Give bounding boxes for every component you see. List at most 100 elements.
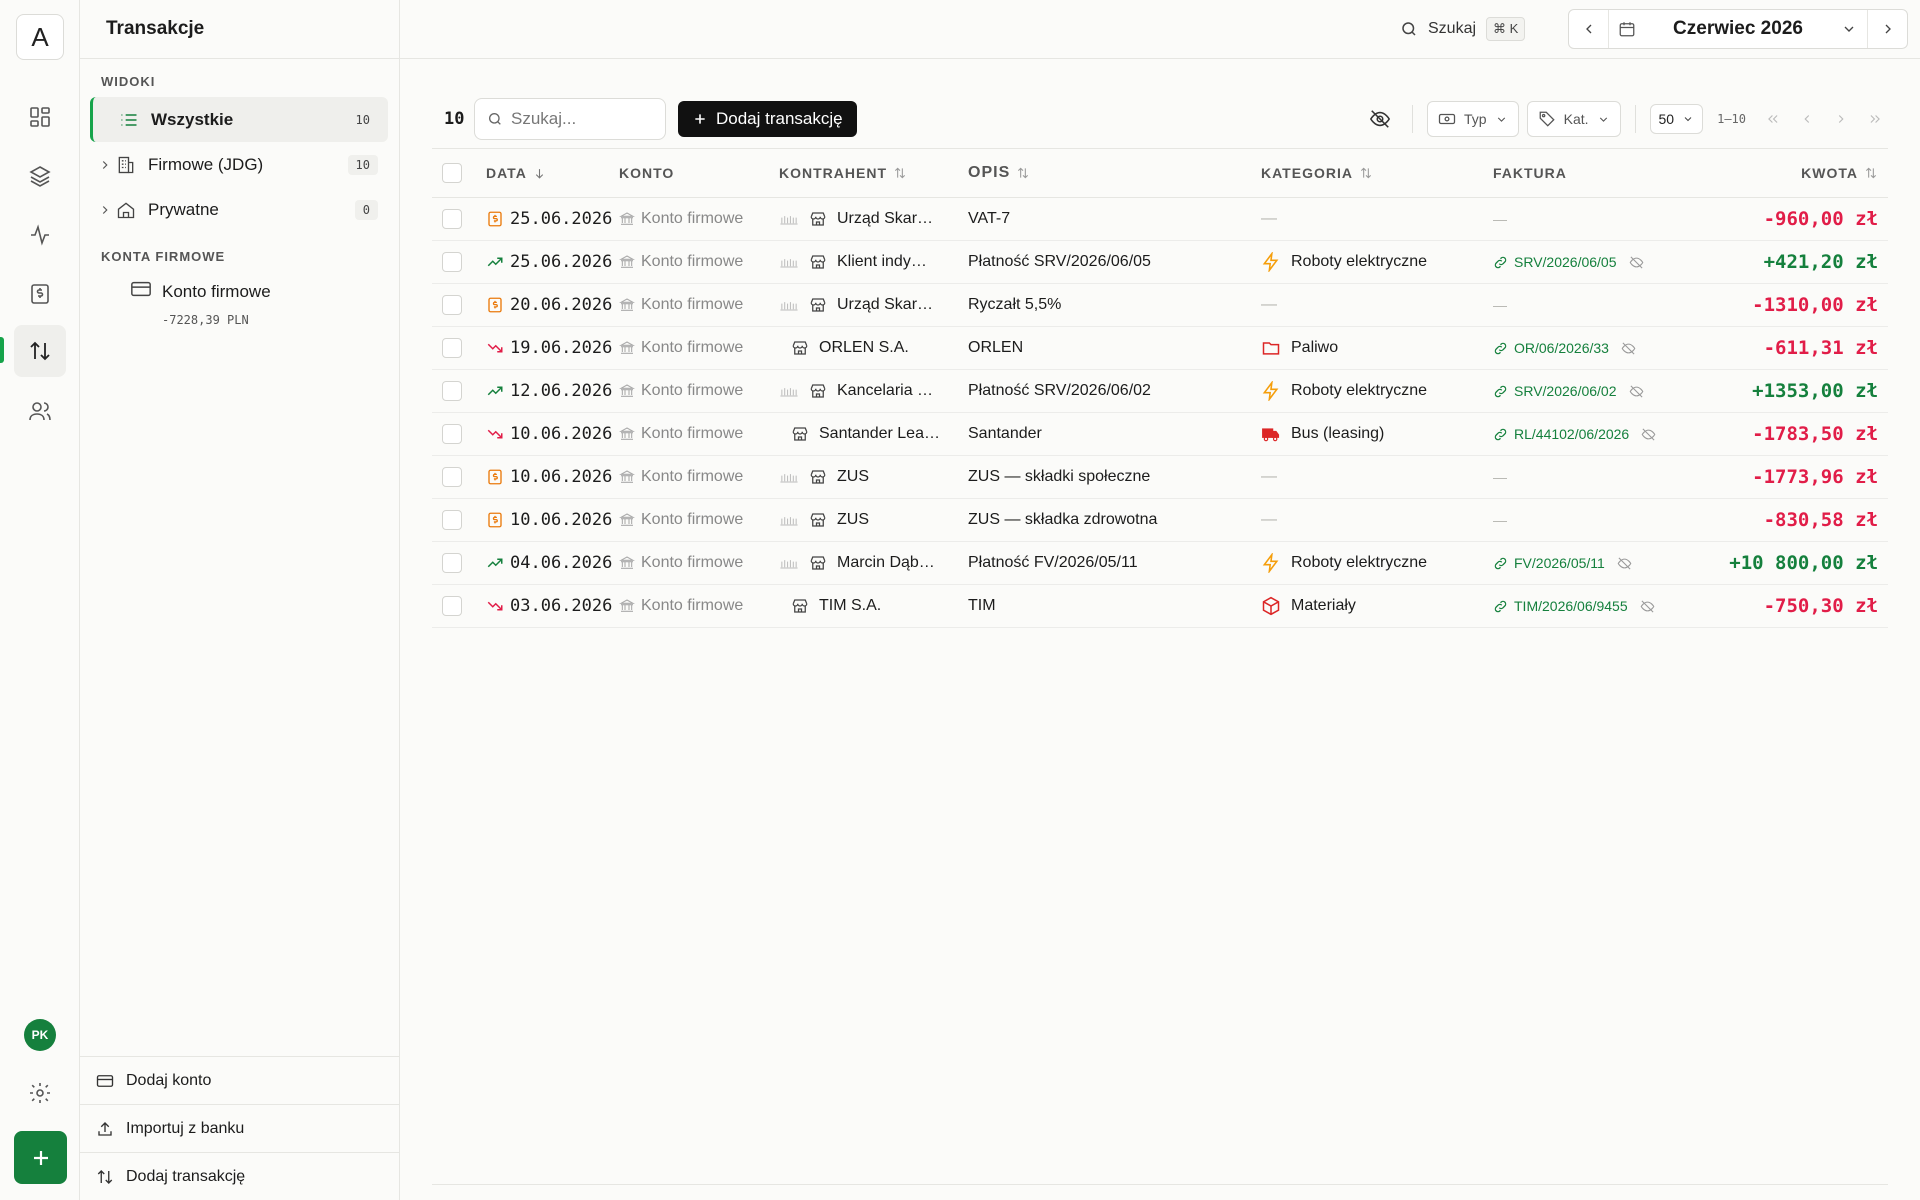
table-search-input[interactable] <box>511 109 651 129</box>
prev-page-button[interactable] <box>1794 112 1820 126</box>
rail-dashboard-button[interactable] <box>14 91 66 143</box>
table-row[interactable]: 20.06.2026 Konto firmowe Urząd Skar… Ryc… <box>432 284 1888 327</box>
chevron-right-icon[interactable] <box>98 158 116 172</box>
link-icon <box>1493 255 1508 270</box>
row-invoice[interactable]: SRV/2026/06/02 <box>1514 383 1617 399</box>
table-row[interactable]: 10.06.2026 Konto firmowe ZUS ZUS — skład… <box>432 499 1888 542</box>
view-item-firmowe[interactable]: Firmowe (JDG) 10 <box>90 142 388 187</box>
row-category[interactable]: Materiały <box>1291 597 1356 615</box>
toggle-hidden-button[interactable] <box>1362 108 1398 130</box>
view-item-prywatne[interactable]: Prywatne 0 <box>90 187 388 232</box>
row-category[interactable]: Roboty elektryczne <box>1291 382 1427 400</box>
chevron-right-icon[interactable] <box>98 203 116 217</box>
row-category[interactable]: Roboty elektryczne <box>1291 253 1427 271</box>
table-row[interactable]: 10.06.2026 Konto firmowe Santander Lea… … <box>432 413 1888 456</box>
type-filter[interactable]: Typ <box>1427 101 1519 137</box>
account-item[interactable]: Konto firmowe -7228,39 PLN <box>130 278 271 327</box>
row-contractor[interactable]: ORLEN S.A. <box>819 339 909 357</box>
import-bank-button[interactable]: Importuj z banku <box>80 1104 399 1152</box>
header-contractor[interactable]: KONTRAHENT <box>779 165 968 181</box>
row-invoice[interactable]: TIM/2026/06/9455 <box>1514 598 1628 614</box>
first-page-button[interactable] <box>1760 112 1786 126</box>
app-logo[interactable]: A <box>16 14 64 60</box>
header-date[interactable]: DATA <box>486 165 619 181</box>
row-checkbox[interactable] <box>442 209 462 229</box>
row-category[interactable]: Roboty elektryczne <box>1291 554 1427 572</box>
eye-off-icon[interactable] <box>1617 556 1632 571</box>
row-account: Konto firmowe <box>641 253 744 270</box>
row-checkbox[interactable] <box>442 295 462 315</box>
eye-off-icon[interactable] <box>1621 341 1636 356</box>
app-rail: A PK <box>0 0 80 1200</box>
row-checkbox[interactable] <box>442 338 462 358</box>
expense-type-icon <box>486 597 504 615</box>
header-category[interactable]: KATEGORIA <box>1261 165 1493 181</box>
bolt-icon <box>1261 381 1281 401</box>
next-month-button[interactable] <box>1867 10 1907 48</box>
rail-activity-button[interactable] <box>14 209 66 261</box>
row-contractor[interactable]: TIM S.A. <box>819 597 881 615</box>
row-invoice[interactable]: SRV/2026/06/05 <box>1514 254 1617 270</box>
eye-off-icon[interactable] <box>1641 427 1656 442</box>
table-row[interactable]: 19.06.2026 Konto firmowe ORLEN S.A. ORLE… <box>432 327 1888 370</box>
row-checkbox[interactable] <box>442 467 462 487</box>
upload-icon <box>98 1121 112 1136</box>
page-size-value: 50 <box>1658 111 1675 127</box>
eye-off-icon[interactable] <box>1640 599 1655 614</box>
row-category[interactable]: Paliwo <box>1291 339 1338 357</box>
table-row[interactable]: 04.06.2026 Konto firmowe Marcin Dąb… Pła… <box>432 542 1888 585</box>
row-checkbox[interactable] <box>442 252 462 272</box>
table-row[interactable]: 25.06.2026 Konto firmowe Urząd Skar… VAT… <box>432 198 1888 241</box>
rail-transactions-button[interactable] <box>14 325 66 377</box>
row-invoice[interactable]: RL/44102/06/2026 <box>1514 426 1629 442</box>
global-search[interactable]: Szukaj ⌘ K <box>1400 14 1526 44</box>
row-contractor[interactable]: Urząd Skar… <box>837 210 933 228</box>
rail-users-button[interactable] <box>14 385 66 437</box>
table-row[interactable]: 12.06.2026 Konto firmowe Kancelaria … Pł… <box>432 370 1888 413</box>
rail-layers-button[interactable] <box>14 150 66 202</box>
row-checkbox[interactable] <box>442 510 462 530</box>
row-contractor[interactable]: Urząd Skar… <box>837 296 933 314</box>
row-checkbox[interactable] <box>442 553 462 573</box>
row-checkbox[interactable] <box>442 424 462 444</box>
row-contractor[interactable]: Klient indy… <box>837 253 927 271</box>
row-invoice[interactable]: FV/2026/05/11 <box>1514 555 1605 571</box>
select-all-checkbox[interactable] <box>442 163 462 183</box>
row-checkbox[interactable] <box>442 596 462 616</box>
eye-off-icon[interactable] <box>1629 255 1644 270</box>
row-contractor[interactable]: ZUS <box>837 468 869 486</box>
row-description: Płatność FV/2026/05/11 <box>968 554 1138 571</box>
add-account-button[interactable]: Dodaj konto <box>80 1056 399 1104</box>
add-transaction-button[interactable]: Dodaj transakcję <box>678 101 857 137</box>
rail-invoice-button[interactable] <box>14 268 66 320</box>
table-row[interactable]: 03.06.2026 Konto firmowe TIM S.A. TIM Ma… <box>432 585 1888 628</box>
row-category[interactable]: Bus (leasing) <box>1291 425 1384 443</box>
month-select[interactable]: Czerwiec 2026 <box>1645 10 1831 48</box>
chevron-right-icon <box>1885 24 1891 34</box>
row-contractor[interactable]: ZUS <box>837 511 869 529</box>
next-page-button[interactable] <box>1828 112 1854 126</box>
row-contractor[interactable]: Marcin Dąb… <box>837 554 935 572</box>
row-checkbox[interactable] <box>442 381 462 401</box>
header-description[interactable]: OPIS <box>968 164 1261 182</box>
row-contractor[interactable]: Santander Lea… <box>819 425 940 443</box>
last-page-button[interactable] <box>1862 112 1888 126</box>
table-row[interactable]: 25.06.2026 Konto firmowe Klient indy… Pł… <box>432 241 1888 284</box>
user-avatar[interactable]: PK <box>24 1019 56 1051</box>
quick-add-button[interactable] <box>14 1131 67 1184</box>
settings-button[interactable] <box>14 1067 66 1119</box>
add-transaction-side-button[interactable]: Dodaj transakcję <box>80 1152 399 1200</box>
row-invoice[interactable]: OR/06/2026/33 <box>1514 340 1609 356</box>
header-amount[interactable]: KWOTA <box>1683 165 1888 181</box>
eye-off-icon[interactable] <box>1629 384 1644 399</box>
prev-month-button[interactable] <box>1569 10 1609 48</box>
table-search[interactable] <box>474 98 666 140</box>
chevron-down-icon <box>1684 117 1692 122</box>
view-item-all[interactable]: Wszystkie 10 <box>90 97 388 142</box>
table-row[interactable]: 10.06.2026 Konto firmowe ZUS ZUS — skład… <box>432 456 1888 499</box>
page-size-select[interactable]: 50 <box>1649 104 1704 134</box>
month-dropdown-button[interactable] <box>1831 10 1867 48</box>
row-contractor[interactable]: Kancelaria … <box>837 382 933 400</box>
category-filter[interactable]: Kat. <box>1526 101 1621 137</box>
store-icon <box>791 425 809 443</box>
